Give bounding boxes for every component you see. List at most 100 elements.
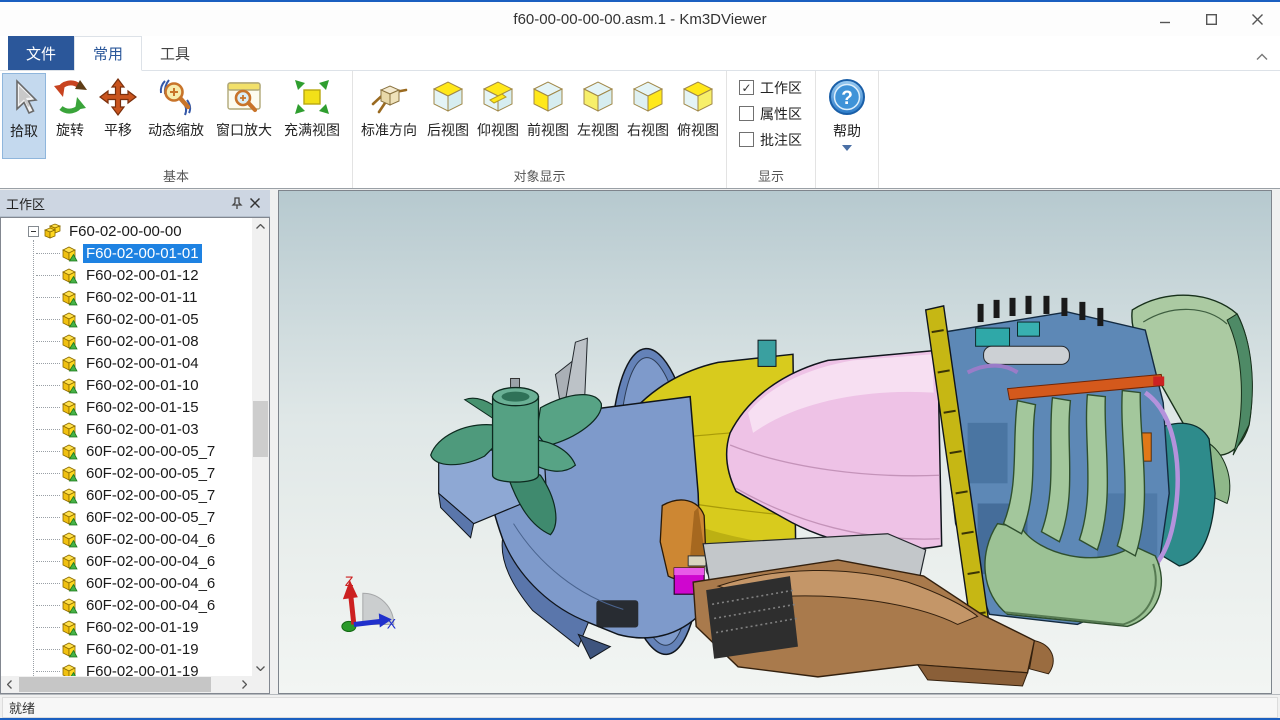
- workspace-panel: 工作区 F60-02-00-00-00: [0, 190, 270, 694]
- tree-connector: [36, 407, 60, 408]
- part-icon: [61, 355, 78, 372]
- part-icon: [61, 487, 78, 504]
- tree-connector: [36, 341, 60, 342]
- group-label-basic: 基本: [2, 162, 350, 188]
- properties-checkbox-box[interactable]: ✓: [739, 106, 754, 121]
- part-icon: [61, 663, 78, 677]
- model-3d: Z X: [279, 191, 1271, 693]
- tree-item[interactable]: 60F-02-00-00-04_6: [1, 550, 252, 572]
- ribbon-collapse-button[interactable]: [1256, 48, 1268, 66]
- minimize-button[interactable]: [1142, 3, 1188, 36]
- tree-item-label: F60-02-00-01-15: [83, 398, 202, 417]
- tree-item[interactable]: F60-02-00-01-11: [1, 286, 252, 308]
- tree-item[interactable]: F60-02-00-01-04: [1, 352, 252, 374]
- right-view-button[interactable]: 右视图: [623, 73, 673, 159]
- tree-item[interactable]: F60-02-00-01-15: [1, 396, 252, 418]
- pan-button[interactable]: 平移: [94, 73, 142, 159]
- help-button[interactable]: ? 帮助: [816, 71, 879, 188]
- checkbox-properties[interactable]: ✓ 属性区: [739, 103, 807, 124]
- fit-view-button[interactable]: 充满视图: [278, 73, 346, 159]
- close-button[interactable]: [1234, 3, 1280, 36]
- tree-item-label: F60-02-00-01-04: [83, 354, 202, 373]
- properties-checkbox-label: 属性区: [760, 104, 802, 124]
- tree-item[interactable]: 60F-02-00-00-04_6: [1, 572, 252, 594]
- tree-connector: [36, 517, 60, 518]
- workspace-panel-title: 工作区: [6, 194, 228, 213]
- help-icon: ?: [827, 77, 867, 117]
- tree-item[interactable]: 60F-02-00-00-05_7: [1, 506, 252, 528]
- tree-item[interactable]: F60-02-00-01-19: [1, 638, 252, 660]
- tree-item[interactable]: F60-02-00-01-08: [1, 330, 252, 352]
- workspace-checkbox-box[interactable]: ✓: [739, 80, 754, 95]
- dynamic-zoom-button[interactable]: 动态缩放: [142, 73, 210, 159]
- part-icon: [61, 267, 78, 284]
- tab-tools[interactable]: 工具: [142, 36, 208, 70]
- scroll-right-button[interactable]: [236, 676, 252, 693]
- tree-connector: [36, 429, 60, 430]
- workspace-tree: F60-02-00-00-00 F60-02-00-01-01F60-02-00…: [0, 217, 270, 694]
- top-view-button[interactable]: 俯视图: [673, 73, 723, 159]
- tree-item-label: F60-02-00-01-08: [83, 332, 202, 351]
- back-view-cube-icon: [428, 77, 468, 117]
- chevron-down-icon: [842, 145, 852, 151]
- front-view-button[interactable]: 前视图: [523, 73, 573, 159]
- checkbox-workspace[interactable]: ✓ 工作区: [739, 77, 807, 98]
- tree-item[interactable]: F60-02-00-01-05: [1, 308, 252, 330]
- window-zoom-button[interactable]: 窗口放大: [210, 73, 278, 159]
- ribbon-group-object-display: 标准方向 后视图 仰视图 前视图 左视图: [353, 71, 727, 188]
- tab-file[interactable]: 文件: [8, 36, 74, 70]
- tree-item[interactable]: F60-02-00-01-19: [1, 660, 252, 676]
- panel-splitter[interactable]: [270, 190, 278, 694]
- group-label-display: 显示: [729, 162, 813, 188]
- pin-button[interactable]: [228, 194, 246, 212]
- pick-button[interactable]: 拾取: [2, 73, 46, 159]
- tree-item[interactable]: F60-02-00-01-03: [1, 418, 252, 440]
- panel-close-button[interactable]: [246, 194, 264, 212]
- bottom-view-cube-icon: [478, 77, 518, 117]
- tree-item[interactable]: F60-02-00-01-12: [1, 264, 252, 286]
- tree-item-label: F60-02-00-01-19: [83, 662, 202, 677]
- tree-item[interactable]: 60F-02-00-00-05_7: [1, 440, 252, 462]
- tree-item[interactable]: 60F-02-00-00-05_7: [1, 484, 252, 506]
- chevron-up-icon: [256, 224, 265, 229]
- tree-item-label: 60F-02-00-00-05_7: [83, 508, 218, 527]
- viewport-3d[interactable]: Z X: [278, 190, 1272, 694]
- maximize-button[interactable]: [1188, 3, 1234, 36]
- tree-item-label: 60F-02-00-00-04_6: [83, 530, 218, 549]
- left-view-button[interactable]: 左视图: [573, 73, 623, 159]
- window-title: f60-00-00-00-00.asm.1 - Km3DViewer: [0, 11, 1280, 28]
- horizontal-scroll-thumb[interactable]: [19, 677, 211, 692]
- tree-item-label: 60F-02-00-00-04_6: [83, 552, 218, 571]
- tree-connector: [36, 495, 60, 496]
- part-icon: [61, 421, 78, 438]
- tree-vertical-scrollbar[interactable]: [252, 218, 269, 676]
- rotate-button[interactable]: 旋转: [46, 73, 94, 159]
- right-view-cube-icon: [628, 77, 668, 117]
- standard-orientation-button[interactable]: 标准方向: [355, 73, 423, 159]
- annotations-checkbox-box[interactable]: ✓: [739, 132, 754, 147]
- tree-item[interactable]: F60-02-00-01-19: [1, 616, 252, 638]
- bottom-view-button[interactable]: 仰视图: [473, 73, 523, 159]
- tree-item[interactable]: 60F-02-00-00-04_6: [1, 528, 252, 550]
- tree-connector: [36, 253, 60, 254]
- tree-connector: [36, 275, 60, 276]
- part-icon: [61, 531, 78, 548]
- top-view-cube-icon: [678, 77, 718, 117]
- vertical-scroll-thumb[interactable]: [253, 401, 268, 457]
- back-view-button[interactable]: 后视图: [423, 73, 473, 159]
- collapse-minus-icon[interactable]: [28, 226, 39, 237]
- scroll-left-button[interactable]: [1, 676, 17, 693]
- scroll-up-button[interactable]: [252, 218, 269, 234]
- scroll-down-button[interactable]: [252, 660, 269, 676]
- tab-common[interactable]: 常用: [74, 36, 142, 71]
- tree-horizontal-scrollbar[interactable]: [1, 676, 252, 693]
- tree-item-label: 60F-02-00-00-04_6: [83, 596, 218, 615]
- tree-root-row[interactable]: F60-02-00-00-00: [1, 220, 252, 242]
- tree-item[interactable]: 60F-02-00-00-04_6: [1, 594, 252, 616]
- tree-item-label: F60-02-00-01-10: [83, 376, 202, 395]
- tree-item[interactable]: F60-02-00-01-10: [1, 374, 252, 396]
- tree-root-label: F60-02-00-00-00: [66, 222, 185, 241]
- tree-item[interactable]: 60F-02-00-00-05_7: [1, 462, 252, 484]
- tree-item[interactable]: F60-02-00-01-01: [1, 242, 252, 264]
- checkbox-annotations[interactable]: ✓ 批注区: [739, 129, 807, 150]
